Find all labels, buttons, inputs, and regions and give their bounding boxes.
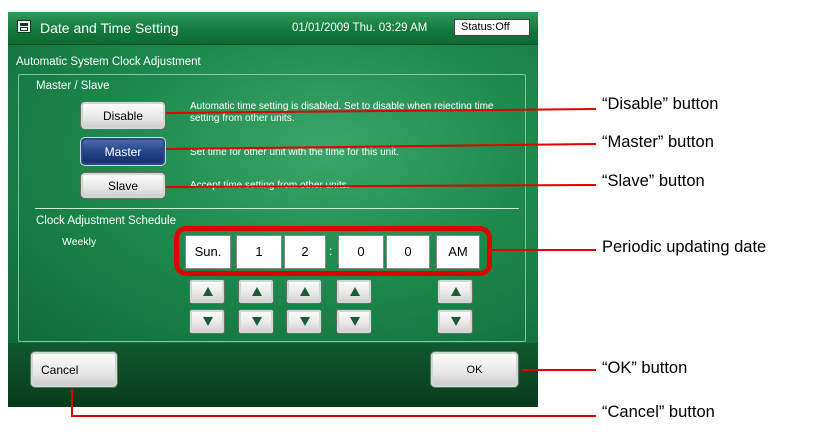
master-slave-label: Master / Slave xyxy=(36,80,110,92)
hour-ones-up-button[interactable] xyxy=(286,279,322,304)
triangle-up-icon xyxy=(300,287,310,296)
triangle-down-icon xyxy=(350,317,360,326)
ampm-up-button[interactable] xyxy=(437,279,473,304)
triangle-up-icon xyxy=(350,287,360,296)
hour-ones-down-button[interactable] xyxy=(286,309,322,334)
title-bar: Date and Time Setting 01/01/2009 Thu. 03… xyxy=(8,12,538,45)
periodic-annotation: Periodic updating date xyxy=(602,238,767,256)
master-button[interactable]: Master xyxy=(80,137,166,166)
slave-annotation: “Slave” button xyxy=(602,172,705,190)
disable-button[interactable]: Disable xyxy=(80,101,166,130)
triangle-down-icon xyxy=(252,317,262,326)
cancel-callout-horizontal xyxy=(71,415,596,417)
section-heading: Automatic System Clock Adjustment xyxy=(16,56,201,68)
triangle-down-icon xyxy=(203,317,213,326)
cancel-button[interactable]: Cancel xyxy=(30,351,118,388)
status-indicator: Status:Off xyxy=(454,19,530,36)
triangle-up-icon xyxy=(203,287,213,296)
section-divider xyxy=(35,208,519,209)
triangle-down-icon xyxy=(451,317,461,326)
ok-button[interactable]: OK xyxy=(430,351,519,388)
cancel-callout-vertical xyxy=(71,389,73,417)
day-down-button[interactable] xyxy=(189,309,225,334)
schedule-label: Clock Adjustment Schedule xyxy=(36,215,176,227)
ok-callout-line xyxy=(522,369,596,371)
master-annotation: “Master” button xyxy=(602,133,714,151)
ampm-down-button[interactable] xyxy=(437,309,473,334)
slave-button[interactable]: Slave xyxy=(80,172,166,199)
cancel-annotation: “Cancel” button xyxy=(602,403,715,421)
day-up-button[interactable] xyxy=(189,279,225,304)
ok-annotation: “OK” button xyxy=(602,359,688,377)
triangle-up-icon xyxy=(252,287,262,296)
minute-tens-up-button[interactable] xyxy=(336,279,372,304)
window-icon xyxy=(17,20,31,33)
hour-tens-down-button[interactable] xyxy=(238,309,274,334)
screen-title: Date and Time Setting xyxy=(40,20,179,36)
frequency-label: Weekly xyxy=(62,236,97,248)
disable-annotation: “Disable” button xyxy=(602,95,719,113)
minute-tens-down-button[interactable] xyxy=(336,309,372,334)
triangle-up-icon xyxy=(451,287,461,296)
triangle-down-icon xyxy=(300,317,310,326)
periodic-callout-line xyxy=(492,249,596,251)
current-datetime: 01/01/2009 Thu. 03:29 AM xyxy=(292,22,428,34)
hour-tens-up-button[interactable] xyxy=(238,279,274,304)
periodic-date-highlight xyxy=(174,226,492,276)
